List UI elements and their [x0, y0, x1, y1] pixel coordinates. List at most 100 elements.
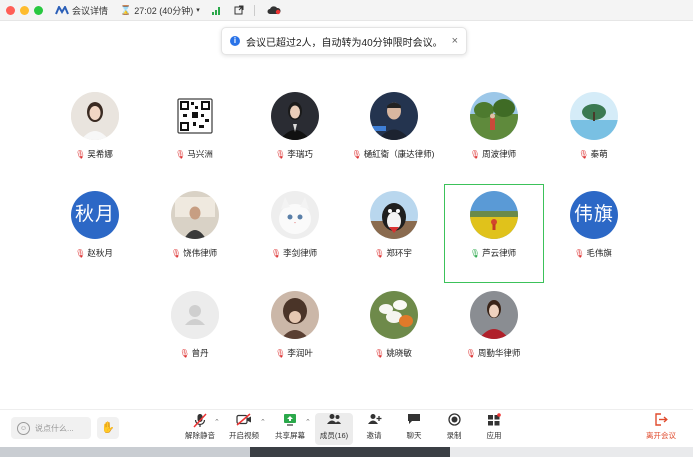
raise-hand-button[interactable]: ✋ [97, 417, 119, 439]
participant-tile[interactable]: 伟旗 🎙 毛伟旗 [543, 191, 643, 271]
participant-tile[interactable]: 🎙 吴希娜 [44, 92, 144, 172]
participant-name: 🎙 姚晓敏 [374, 348, 412, 358]
meeting-toolbar: ☺ 说点什么... ✋ 解除静音 ⌃ 开启视频 ⌃ 共享屏幕 ⌃ 成员(16) … [0, 409, 693, 447]
leave-icon [642, 413, 680, 430]
participant-tile[interactable]: 🎙 李瑞巧 [244, 92, 344, 172]
network-signal-icon[interactable] [211, 6, 222, 15]
divider [253, 4, 255, 16]
hourglass-icon: ⌛ [120, 4, 132, 15]
record-icon [435, 413, 473, 430]
participant-tile[interactable]: 🎙 李剑律师 [244, 191, 344, 271]
mic-muted-icon: 🎙 [374, 349, 385, 358]
close-icon[interactable]: × [452, 35, 458, 47]
desktop-background-segment [0, 447, 250, 457]
participant-name: 🎙 周波律师 [469, 149, 517, 159]
share-screen-button[interactable]: 共享屏幕 [271, 413, 309, 445]
participant-tile[interactable]: 🎙 周勤华律师 [443, 291, 543, 371]
mic-muted-icon: 🎙 [75, 249, 86, 258]
mic-muted-icon: 🎙 [351, 150, 362, 159]
participant-tile[interactable]: 🎙 秦萌 [543, 92, 643, 172]
mic-muted-icon: 🎙 [578, 150, 589, 159]
mic-muted-icon: 🎙 [469, 150, 481, 159]
participant-avatar [171, 191, 219, 239]
timer-label: 27:02 (40分钟) [134, 5, 194, 16]
participant-tile[interactable]: 🎙 周波律师 [443, 92, 543, 172]
participant-name: 🎙 芦云律师 [469, 248, 517, 258]
participant-avatar [370, 291, 418, 339]
desktop-background-segment [250, 447, 450, 457]
apps-button[interactable]: 应用 [475, 413, 513, 445]
desktop-background [0, 447, 693, 457]
zoom-window-button[interactable] [34, 5, 43, 15]
participant-name: 🎙 曾丹 [179, 348, 209, 358]
chat-button[interactable]: 聊天 [395, 413, 433, 445]
participant-name: 🎙 秦萌 [578, 149, 608, 159]
tencent-meeting-logo-icon [55, 5, 69, 14]
record-button[interactable]: 录制 [435, 413, 473, 445]
participant-tile[interactable]: 🎙 马兴洲 [144, 92, 244, 172]
participant-avatar [470, 291, 518, 339]
participant-name: 🎙 樋紅衛（康达律师) [351, 149, 435, 159]
chevron-up-icon[interactable]: ⌃ [260, 418, 266, 426]
minimize-window-button[interactable] [20, 5, 29, 15]
mic-muted-icon: 🎙 [574, 249, 585, 258]
external-window-icon[interactable] [234, 5, 244, 15]
participant-name: 🎙 周勤华律师 [465, 348, 521, 358]
participant-avatar [470, 92, 518, 140]
mic-muted-icon: 🎙 [170, 249, 182, 258]
participant-name: 🎙 吴希娜 [75, 149, 113, 159]
notice-message: 会议已超过2人，自动转为40分钟限时会议。 [246, 37, 443, 49]
participant-avatar [171, 92, 219, 140]
apps-icon [475, 413, 513, 430]
title-bar: 会议详情 ⌛ 27:02 (40分钟) ▾ [0, 0, 693, 21]
mic-muted-icon: 🎙 [275, 150, 286, 159]
mic-muted-icon: 🎙 [75, 150, 86, 159]
participant-name: 🎙 饶伟律师 [170, 248, 218, 258]
participant-tile[interactable]: 🎙 樋紅衛（康达律师) [343, 92, 443, 172]
participant-avatar [271, 291, 319, 339]
mic-muted-icon: 🎙 [270, 249, 282, 258]
say-something-input[interactable]: ☺ 说点什么... [11, 417, 91, 439]
participant-avatar [271, 92, 319, 140]
participant-tile[interactable]: 🎙 曾丹 [144, 291, 244, 371]
leave-meeting-button[interactable]: 离开会议 [642, 413, 680, 445]
participant-name: 🎙 李瑞巧 [275, 149, 313, 159]
participant-avatar [71, 92, 119, 140]
participant-avatar [370, 92, 418, 140]
participant-name: 🎙 李润叶 [275, 348, 313, 358]
participant-avatar: 秋月 [71, 191, 119, 239]
participant-avatar: 伟旗 [570, 191, 618, 239]
mic-active-icon: 🎙 [469, 249, 481, 258]
default-avatar-icon [171, 291, 219, 339]
meeting-timer[interactable]: ⌛ 27:02 (40分钟) ▾ [120, 4, 200, 17]
participant-tile[interactable]: 秋月 🎙 赵秋月 [44, 191, 144, 271]
members-button[interactable]: 成员(16) [315, 413, 353, 445]
participant-name: 🎙 李剑律师 [270, 248, 318, 258]
participant-avatar [470, 191, 518, 239]
participant-tile[interactable]: 🎙 姚晓敏 [343, 291, 443, 371]
emoji-icon[interactable]: ☺ [17, 421, 30, 435]
chevron-up-icon[interactable]: ⌃ [305, 418, 311, 426]
participant-tile[interactable]: 🎙 李润叶 [244, 291, 344, 371]
meeting-details-button[interactable]: 会议详情 [55, 4, 108, 17]
participant-tile[interactable]: 🎙 饶伟律师 [144, 191, 244, 271]
mic-muted-icon: 🎙 [275, 349, 286, 358]
mic-muted-icon: 🎙 [175, 150, 186, 159]
cloud-record-icon[interactable] [267, 5, 281, 15]
mic-muted-icon: 🎙 [179, 349, 190, 358]
start-video-button[interactable]: 开启视频 [225, 413, 263, 445]
close-window-button[interactable] [6, 5, 15, 15]
chevron-up-icon[interactable]: ⌃ [214, 418, 220, 426]
participant-tile[interactable]: 🎙 郑环宇 [343, 191, 443, 271]
mic-muted-icon: 🎙 [374, 249, 385, 258]
meeting-details-label: 会议详情 [72, 5, 109, 16]
participant-avatar [271, 191, 319, 239]
participant-name: 🎙 赵秋月 [75, 248, 113, 258]
chat-icon [395, 413, 433, 430]
participant-avatar [570, 92, 618, 140]
participant-tile[interactable]: 🎙 芦云律师 [443, 191, 543, 271]
participant-name: 🎙 马兴洲 [175, 149, 213, 159]
invite-button[interactable]: 邀请 [355, 413, 393, 445]
participant-avatar [370, 191, 418, 239]
members-icon [315, 413, 353, 430]
